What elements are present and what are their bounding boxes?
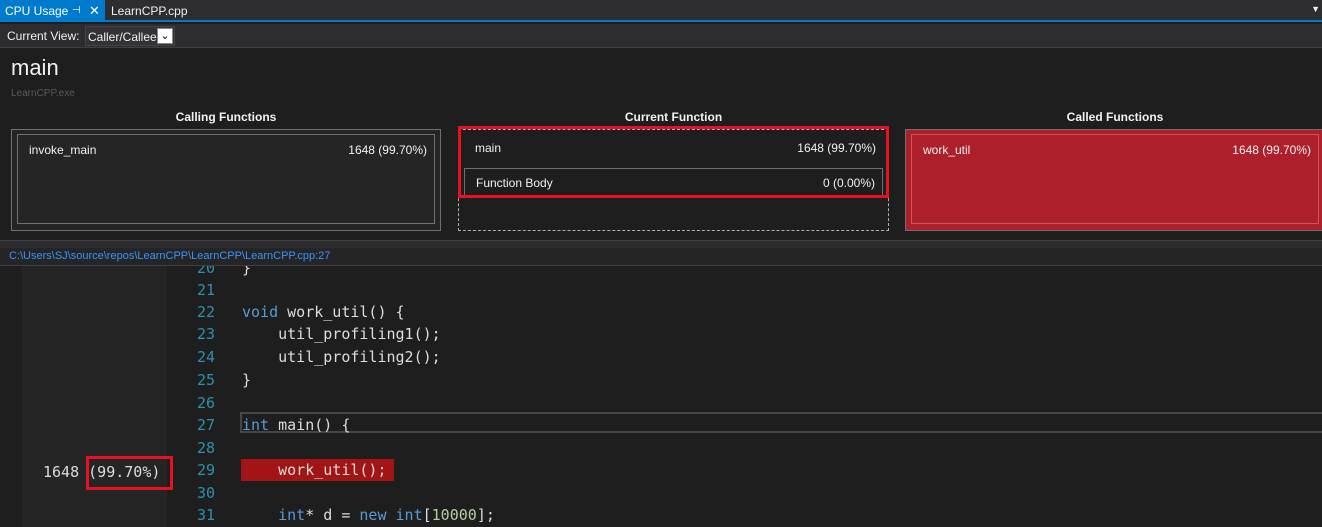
line-number: 29: [196, 461, 215, 479]
function-value: 1648 (99.70%): [1232, 143, 1311, 157]
line-number: 31: [196, 506, 215, 524]
tab-label: LearnCPP.cpp: [111, 4, 188, 18]
module-name: LearnCPP.exe: [11, 88, 75, 99]
code-line: util_profiling2();: [242, 348, 441, 366]
source-code-view[interactable]: 20 21 22 23 24 25 26 27 28 29 30 31 } vo…: [0, 266, 1322, 527]
line-number: 21: [196, 281, 215, 299]
calling-function-item[interactable]: invoke_main 1648 (99.70%): [17, 134, 435, 224]
current-view-select[interactable]: Caller/Callee ⌄: [85, 26, 175, 46]
current-view-label: Current View:: [7, 29, 80, 43]
called-function-item[interactable]: work_util 1648 (99.70%): [911, 134, 1319, 224]
function-value: 1648 (99.70%): [348, 143, 427, 157]
line-number: 24: [196, 348, 215, 366]
line-number: 28: [196, 439, 215, 457]
tab-learncpp-cpp[interactable]: LearnCPP.cpp: [106, 0, 193, 22]
chevron-down-icon[interactable]: ⌄: [157, 28, 173, 44]
function-name: invoke_main: [29, 143, 97, 157]
code-line: void work_util() {: [242, 303, 405, 321]
line-number: 23: [196, 325, 215, 343]
line-number: 25: [196, 371, 215, 389]
metric-highlight-box: [86, 456, 173, 490]
line-number: 30: [196, 484, 215, 502]
function-name: main: [475, 141, 502, 155]
calling-functions-panel: invoke_main 1648 (99.70%): [11, 129, 441, 231]
code-line: int main() {: [242, 416, 351, 434]
function-body-name: Function Body: [476, 176, 553, 190]
code-line: }: [242, 371, 252, 389]
tab-label: CPU Usage: [5, 4, 69, 18]
line-number: 20: [196, 266, 215, 277]
close-icon[interactable]: ✕: [89, 0, 100, 22]
source-path-link[interactable]: C:\Users\SJ\source\repos\LearnCPP\LearnC…: [9, 250, 330, 262]
current-view-value: Caller/Callee: [88, 30, 157, 44]
function-body-item[interactable]: Function Body 0 (0.00%): [464, 168, 883, 197]
code-line: work_util();: [242, 461, 387, 479]
line-number: 27: [196, 416, 215, 434]
code-line: }: [242, 266, 252, 277]
calling-functions-title: Calling Functions: [175, 110, 277, 124]
called-functions-title: Called Functions: [1066, 110, 1164, 124]
line-number: 22: [196, 303, 215, 321]
current-line-indicator: [240, 412, 1322, 433]
current-function-title: Current Function: [624, 110, 723, 124]
line-number: 26: [196, 394, 215, 412]
tab-cpu-usage[interactable]: CPU Usage ⊣ ✕: [0, 0, 105, 22]
current-function-panel: main 1648 (99.70%) Function Body 0 (0.00…: [458, 129, 889, 231]
tab-overflow-dropdown-icon[interactable]: ▼: [1311, 4, 1320, 14]
pin-icon[interactable]: ⊣: [72, 0, 81, 22]
function-title: main: [11, 55, 59, 80]
metric-count: 1648: [43, 463, 80, 481]
current-function-item[interactable]: main 1648 (99.70%): [464, 133, 883, 163]
code-line: int* d = new int[10000];: [278, 506, 495, 524]
function-name: work_util: [923, 143, 971, 157]
document-tab-strip: CPU Usage ⊣ ✕ LearnCPP.cpp ▼: [0, 0, 1322, 22]
function-value: 1648 (99.70%): [797, 141, 876, 155]
function-body-value: 0 (0.00%): [822, 176, 875, 190]
code-line: util_profiling1();: [242, 325, 441, 343]
source-path-bar: C:\Users\SJ\source\repos\LearnCPP\LearnC…: [0, 248, 1322, 266]
called-functions-panel: work_util 1648 (99.70%): [905, 129, 1322, 231]
view-toolbar: Current View: Caller/Callee ⌄: [0, 24, 1322, 48]
